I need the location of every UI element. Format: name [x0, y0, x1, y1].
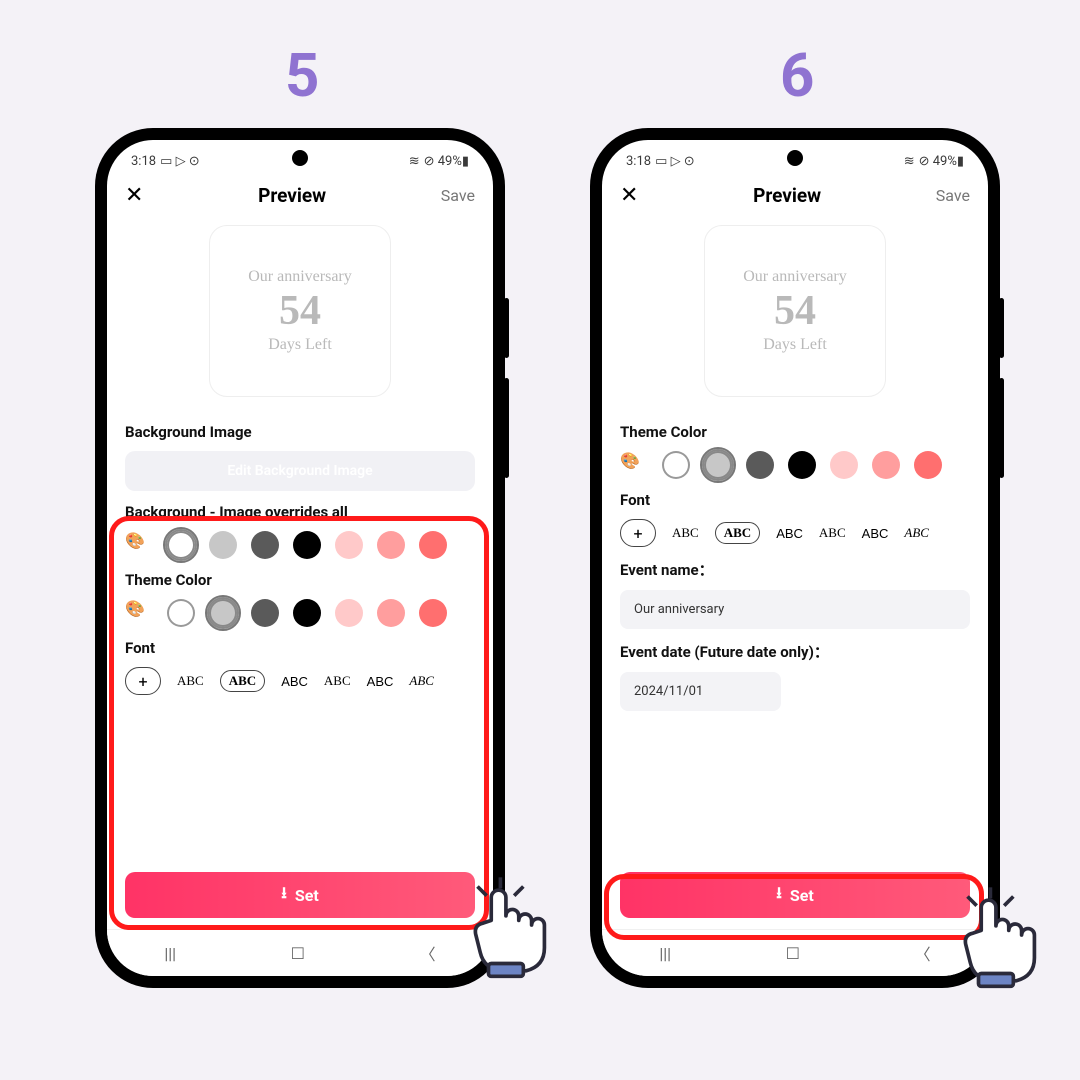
swatch[interactable]	[830, 451, 858, 479]
theme-swatches: 🎨	[125, 599, 475, 627]
swatch-selected[interactable]	[704, 451, 732, 479]
preview-widget: Our anniversary 54 Days Left	[704, 225, 886, 397]
home-icon[interactable]: ☐	[291, 944, 305, 963]
swatch[interactable]	[293, 531, 321, 559]
tap-hand-icon	[940, 880, 1050, 990]
phone-frame-right: 3:18▭ ▷ ⊙ ≋⊘ 49%▮ ✕ Preview Save Our ann…	[590, 128, 1000, 988]
event-name-field[interactable]: Our anniversary	[620, 590, 970, 629]
swatch-selected[interactable]	[209, 599, 237, 627]
camera-notch	[787, 150, 803, 166]
event-date-label: Event date (Future date only)：	[620, 641, 970, 662]
phone-frame-left: 3:18▭ ▷ ⊙ ≋⊘ 49%▮ ✕ Preview Save Our ann…	[95, 128, 505, 988]
recents-icon[interactable]: |||	[164, 944, 176, 963]
font-option[interactable]: ABC	[281, 674, 308, 689]
font-option[interactable]: ABC	[409, 673, 434, 689]
palette-icon[interactable]: 🎨	[620, 451, 648, 479]
font-options: + ABC ABC ABC ABC ABC ABC	[620, 519, 970, 547]
tap-hand-icon	[450, 870, 560, 980]
palette-icon[interactable]: 🎨	[125, 599, 153, 627]
swatch[interactable]	[251, 531, 279, 559]
swatch[interactable]	[377, 599, 405, 627]
font-option[interactable]: ABC	[862, 526, 889, 541]
save-button[interactable]: Save	[441, 186, 475, 205]
theme-color-label: Theme Color	[620, 423, 970, 441]
back-icon[interactable]: 〈	[915, 941, 931, 965]
set-button[interactable]: ⭳ Set	[125, 872, 475, 918]
swatch[interactable]	[419, 531, 447, 559]
font-option[interactable]: ABC	[819, 525, 846, 541]
android-navbar[interactable]: ||| ☐ 〈	[602, 929, 988, 976]
font-option[interactable]: ABC	[367, 674, 394, 689]
camera-notch	[292, 150, 308, 166]
font-option[interactable]: ABC	[904, 525, 929, 541]
close-icon[interactable]: ✕	[125, 185, 143, 207]
swatch[interactable]	[872, 451, 900, 479]
swatch[interactable]	[914, 451, 942, 479]
theme-color-label: Theme Color	[125, 571, 475, 589]
close-icon[interactable]: ✕	[620, 185, 638, 207]
page-title: Preview	[753, 184, 821, 207]
home-icon[interactable]: ☐	[786, 944, 800, 963]
font-option[interactable]: ABC	[776, 526, 803, 541]
swatch[interactable]	[788, 451, 816, 479]
swatch[interactable]	[746, 451, 774, 479]
font-option[interactable]: ABC	[324, 673, 351, 689]
background-label: Background - Image overrides all	[125, 503, 475, 521]
swatch[interactable]	[167, 599, 195, 627]
set-button[interactable]: ⭳ Set	[620, 872, 970, 918]
event-name-label: Event name：	[620, 559, 970, 580]
android-navbar[interactable]: ||| ☐ 〈	[107, 929, 493, 976]
download-icon: ⭳	[281, 882, 287, 909]
download-icon: ⭳	[776, 882, 782, 909]
swatch[interactable]	[377, 531, 405, 559]
save-button[interactable]: Save	[936, 186, 970, 205]
font-option-selected[interactable]: ABC	[715, 522, 760, 544]
add-font-button[interactable]: +	[620, 519, 656, 547]
swatch-white[interactable]	[167, 531, 195, 559]
swatch[interactable]	[419, 599, 447, 627]
font-option[interactable]: ABC	[672, 525, 699, 541]
step-number-5: 5	[285, 40, 319, 111]
swatch[interactable]	[251, 599, 279, 627]
font-option[interactable]: ABC	[177, 673, 204, 689]
font-label: Font	[125, 639, 475, 657]
page-title: Preview	[258, 184, 326, 207]
font-option-selected[interactable]: ABC	[220, 670, 265, 692]
font-options: + ABC ABC ABC ABC ABC ABC	[125, 667, 475, 695]
edit-background-button[interactable]: Edit Background Image	[125, 451, 475, 491]
add-font-button[interactable]: +	[125, 667, 161, 695]
back-icon[interactable]: 〈	[420, 941, 436, 965]
swatch[interactable]	[293, 599, 321, 627]
recents-icon[interactable]: |||	[659, 944, 671, 963]
swatch[interactable]	[335, 599, 363, 627]
background-swatches: 🎨	[125, 531, 475, 559]
font-label: Font	[620, 491, 970, 509]
theme-swatches: 🎨	[620, 451, 970, 479]
preview-widget: Our anniversary 54 Days Left	[209, 225, 391, 397]
swatch[interactable]	[662, 451, 690, 479]
event-date-field[interactable]: 2024/11/01	[620, 672, 781, 711]
palette-icon[interactable]: 🎨	[125, 531, 153, 559]
background-image-label: Background Image	[125, 423, 475, 441]
swatch[interactable]	[209, 531, 237, 559]
swatch[interactable]	[335, 531, 363, 559]
step-number-6: 6	[780, 40, 814, 111]
